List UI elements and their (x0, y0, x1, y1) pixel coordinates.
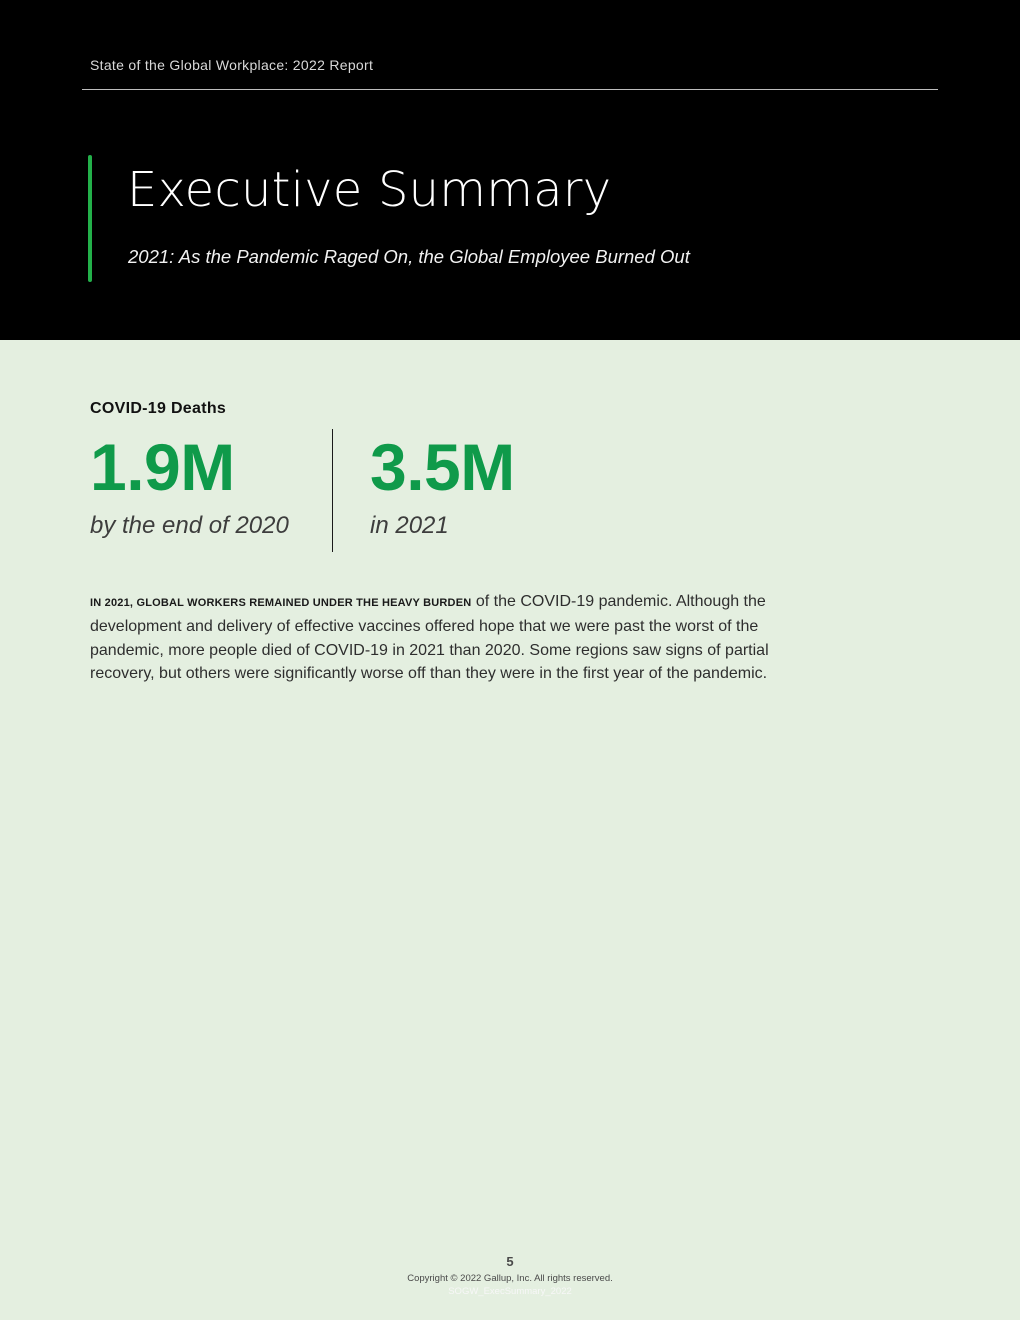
stat-label: in 2021 (370, 512, 449, 539)
lead-in-text: IN 2021, GLOBAL WORKERS REMAINED UNDER T… (90, 597, 472, 609)
running-head: State of the Global Workplace: 2022 Repo… (90, 57, 374, 73)
page-subtitle: 2021: As the Pandemic Raged On, the Glob… (128, 246, 690, 267)
page-number: 5 (506, 1254, 514, 1269)
stat-block-2021: 3.5M in 2021 (370, 434, 515, 540)
copyright-notice: Copyright © 2022 Gallup, Inc. All rights… (407, 1273, 613, 1284)
stat-block-2020: 1.9M by the end of 2020 (90, 434, 289, 540)
document-code: SOGW_ExecSummary_2022 (448, 1286, 572, 1297)
stat-value: 3.5M (370, 430, 515, 504)
stats-heading: COVID-19 Deaths (90, 400, 227, 417)
page-title: Executive Summary (127, 162, 612, 218)
stat-value: 1.9M (90, 430, 235, 504)
title-accent-bar (88, 155, 92, 282)
stat-divider (332, 429, 333, 552)
stat-label: by the end of 2020 (90, 512, 289, 539)
body-paragraph: IN 2021, GLOBAL WORKERS REMAINED UNDER T… (90, 590, 810, 685)
header-divider (82, 89, 938, 90)
hero-banner: State of the Global Workplace: 2022 Repo… (0, 0, 1020, 340)
